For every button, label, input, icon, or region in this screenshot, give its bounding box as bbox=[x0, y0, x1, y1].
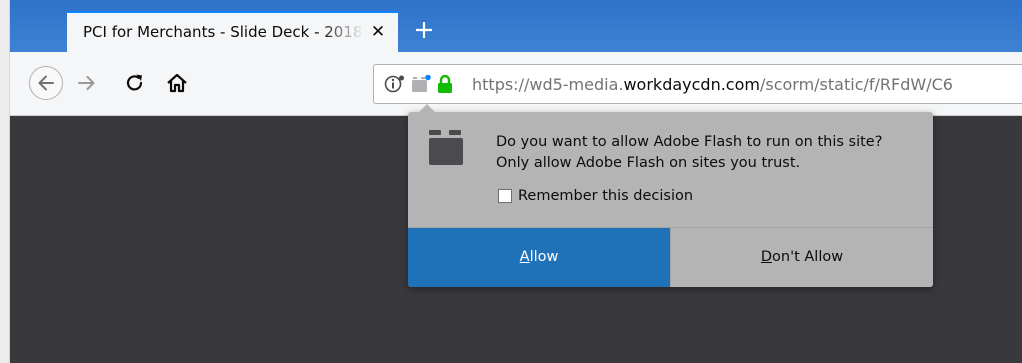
popup-message: Do you want to allow Adobe Flash to run … bbox=[496, 132, 916, 174]
remember-decision-checkbox[interactable] bbox=[498, 189, 512, 203]
dont-allow-accesskey: D bbox=[760, 249, 773, 265]
remember-decision-label[interactable]: Remember this decision bbox=[518, 188, 693, 205]
url-bar[interactable]: https://wd5-media.workdaycdn.com/scorm/s… bbox=[373, 64, 1022, 104]
popup-arrow bbox=[418, 104, 436, 113]
info-icon[interactable] bbox=[384, 74, 406, 94]
allow-accesskey: A bbox=[519, 249, 530, 265]
url-path: /scorm/static/f/RFdW/C6 bbox=[759, 75, 953, 94]
forward-button[interactable] bbox=[75, 71, 99, 95]
allow-label: llow bbox=[529, 249, 559, 265]
popup-actions: Allow Don't Allow bbox=[408, 227, 933, 287]
home-button[interactable] bbox=[165, 71, 189, 95]
back-button[interactable] bbox=[29, 66, 63, 100]
lock-icon[interactable] bbox=[436, 74, 454, 94]
forward-arrow-icon bbox=[78, 76, 95, 90]
window-frame-left bbox=[0, 0, 10, 363]
url-domain: workdaycdn.com bbox=[623, 75, 760, 94]
plugin-icon[interactable] bbox=[410, 74, 432, 94]
reload-icon bbox=[126, 74, 143, 91]
back-arrow-icon bbox=[38, 75, 54, 91]
home-icon bbox=[167, 73, 187, 93]
allow-button[interactable]: Allow bbox=[408, 228, 670, 287]
tab-active[interactable]: PCI for Merchants - Slide Deck - 2018 ✕ bbox=[67, 11, 398, 52]
flash-permission-popup: Do you want to allow Adobe Flash to run … bbox=[408, 104, 933, 287]
url-prefix: https://wd5-media. bbox=[472, 75, 624, 94]
reload-button[interactable] bbox=[123, 71, 147, 95]
popup-message-line2: Only allow Adobe Flash on sites you trus… bbox=[496, 155, 801, 171]
plugin-icon bbox=[428, 128, 464, 166]
plus-icon[interactable] bbox=[412, 18, 436, 42]
url-text[interactable]: https://wd5-media.workdaycdn.com/scorm/s… bbox=[472, 75, 1022, 97]
tab-title: PCI for Merchants - Slide Deck - 2018 bbox=[83, 23, 363, 41]
dont-allow-button[interactable]: Don't Allow bbox=[670, 228, 933, 287]
popup-message-line1: Do you want to allow Adobe Flash to run … bbox=[496, 134, 883, 150]
navigation-toolbar: https://wd5-media.workdaycdn.com/scorm/s… bbox=[10, 52, 1022, 116]
tab-strip: PCI for Merchants - Slide Deck - 2018 ✕ bbox=[10, 0, 1022, 52]
dont-allow-label: on't Allow bbox=[772, 249, 844, 265]
close-icon[interactable]: ✕ bbox=[368, 22, 388, 42]
